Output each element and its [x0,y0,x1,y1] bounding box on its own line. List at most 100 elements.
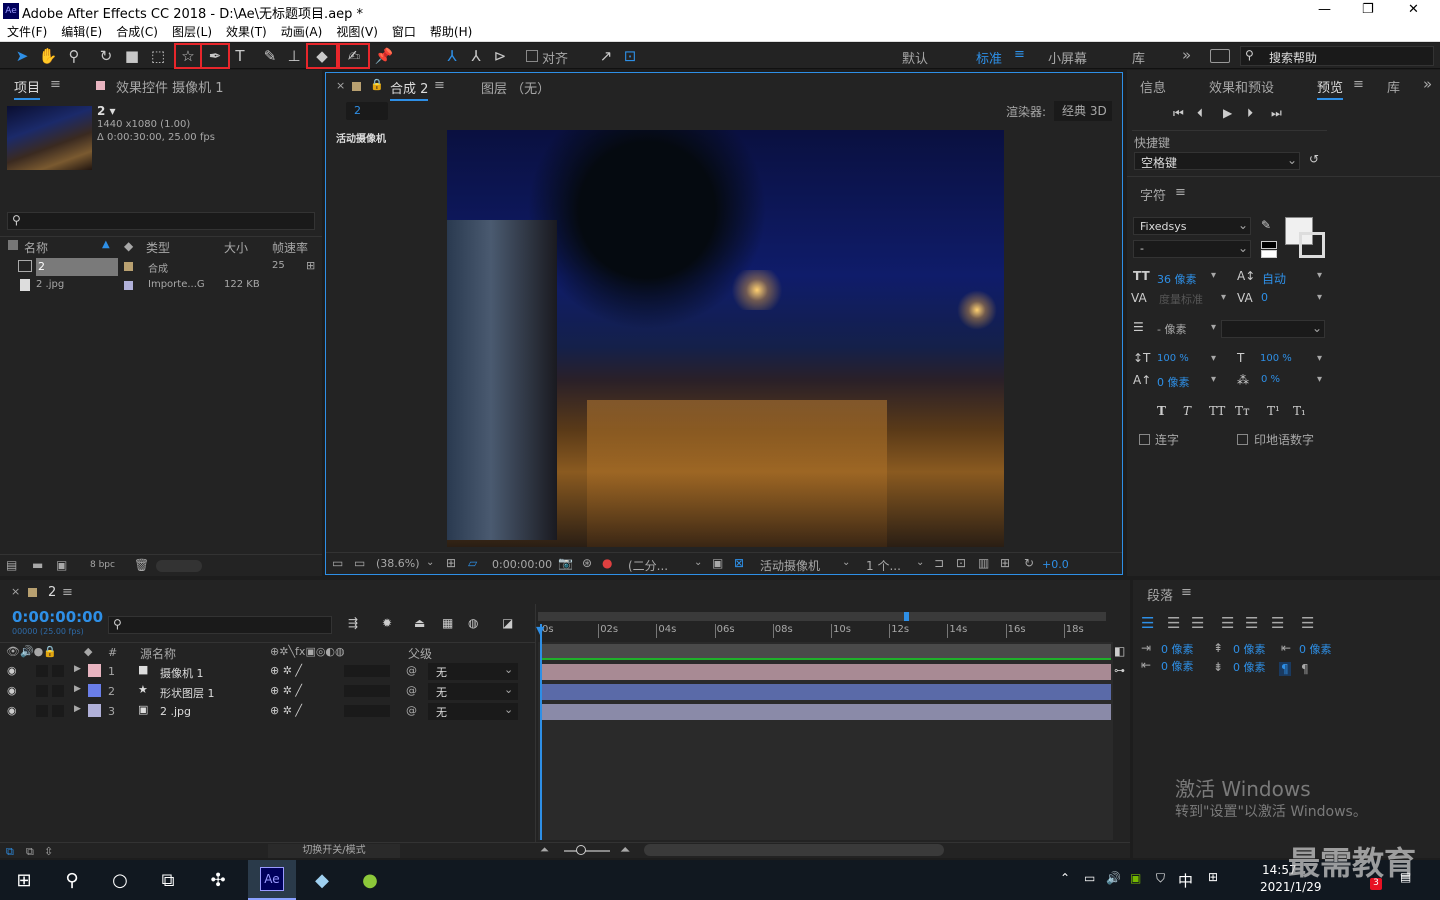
motion-blur-icon[interactable]: ◍ [468,616,478,630]
ligature-checkbox[interactable] [1139,434,1150,445]
frame-blending-icon[interactable]: ▦ [442,616,453,630]
trash-icon[interactable]: 🗑 [134,558,149,572]
justify-all-icon[interactable]: ☰ [1301,614,1314,632]
lock-checkbox[interactable] [52,665,64,677]
baseline-shift-value[interactable]: 0 像素 [1157,374,1190,390]
timeline-layer-row[interactable]: ◉ ▶ 1 ■ 摄像机 1 ⊕ ✲ ╱ @ 无 ⌄ [4,662,532,682]
expand-arrow-icon[interactable]: ▶ [74,684,81,694]
font-size-value[interactable]: 36 像素 [1157,271,1197,287]
playhead-marker-icon[interactable]: ▼ [536,624,544,637]
comp-name-dropdown[interactable]: 2 ▾ [97,104,116,118]
after-effects-taskbar-icon[interactable]: Ae [248,860,296,900]
current-time-indicator[interactable] [540,624,542,840]
stroke-style-dropdown[interactable]: ⌄ [1221,320,1325,338]
puppet-pin-tool-icon[interactable]: 📌 [372,44,396,68]
pickwhip-icon[interactable]: @ [406,704,417,717]
horizontal-scale-value[interactable]: 100 % [1260,353,1292,364]
tab-composition[interactable]: 合成 2 [390,78,429,101]
play-icon[interactable]: ▶ [1223,106,1232,120]
menu-layer[interactable]: 图层(L) [165,22,219,42]
first-line-indent-value[interactable]: 0 像素 [1299,641,1332,657]
menu-edit[interactable]: 编辑(E) [54,22,109,42]
shy-layers-icon[interactable]: ⏏ [414,616,425,630]
font-family-dropdown[interactable]: Fixedsys ⌄ [1133,217,1251,235]
col-parent[interactable]: 父级 [408,645,432,662]
comp-marker-bin-icon[interactable]: ◧ [1114,644,1125,658]
time-stretch-icon[interactable]: ⇳ [44,845,53,858]
more-panels-icon[interactable]: » [1423,75,1432,93]
task-view-icon[interactable]: ⧉ [144,860,192,900]
layer-duration-bar[interactable] [542,684,1111,700]
superscript-icon[interactable]: T¹ [1267,404,1280,418]
windows-start-icon[interactable]: ⊞ [0,860,48,900]
fast-preview-icon[interactable]: ⊡ [956,556,966,570]
eyedropper-icon[interactable]: ✎ [1261,218,1271,232]
all-caps-icon[interactable]: TT [1209,404,1225,418]
timeline-icon[interactable]: ▥ [978,556,989,570]
sort-asc-icon[interactable]: ▲ [102,239,110,250]
close-tab-icon[interactable]: × [11,585,20,598]
eye-icon[interactable]: ◉ [7,704,17,717]
maximize-button[interactable]: ❐ [1362,2,1374,17]
menu-composition[interactable]: 合成(C) [109,22,165,42]
toggle-switches-modes[interactable]: 切换开关/模式 [268,844,400,858]
col-name[interactable]: 名称 [24,239,48,256]
black-swatch[interactable] [1261,241,1277,249]
character-menu-icon[interactable]: ≡ [1175,185,1186,200]
col-size[interactable]: 大小 [224,239,248,256]
layer-switches[interactable]: ⊕ ✲ ╱ [270,684,302,697]
solo-checkbox[interactable] [36,665,48,677]
menu-animation[interactable]: 动画(A) [274,22,330,42]
tab-layer[interactable]: 图层 （无） [481,78,550,97]
menu-help[interactable]: 帮助(H) [423,22,479,42]
parent-dropdown[interactable]: 无 ⌄ [428,683,518,700]
new-composition-icon[interactable]: ▣ [56,558,67,572]
zoom-out-icon[interactable]: ⏶ [540,843,549,857]
comp-flowchart-icon[interactable]: ⇶ [348,616,358,630]
workspace-small-screen[interactable]: 小屏幕 [1048,48,1087,67]
justify-right-icon[interactable]: ☰ [1271,614,1284,632]
parent-dropdown[interactable]: 无 ⌄ [428,663,518,680]
layer-label-swatch[interactable] [88,664,101,677]
transparency-grid-icon[interactable]: ⊠ [734,556,744,570]
layer-name[interactable]: 2 .jpg [160,705,191,718]
eye-icon[interactable]: ◉ [7,684,17,697]
always-preview-icon[interactable]: ▭ [332,556,343,570]
lock-icon[interactable]: 🔒 [370,78,384,91]
comp-menu-icon[interactable]: ≡ [434,78,445,93]
expand-arrow-icon[interactable]: ▶ [74,704,81,714]
workspace-menu-icon[interactable]: ≡ [1014,47,1025,62]
renderer-button[interactable]: 经典 3D [1054,101,1112,121]
nvidia-icon[interactable]: ▣ [1130,871,1141,885]
camera-view-dropdown[interactable]: 活动摄像机 [760,557,820,574]
col-fps[interactable]: 帧速率 [272,239,308,256]
shape-tool-icon[interactable]: ☆ [174,43,202,69]
sync-settings-icon[interactable] [1210,49,1230,63]
layer-switches[interactable]: ⊕ ✲ ╱ [270,704,302,717]
comp-breadcrumb-chip[interactable]: 2 [346,102,388,120]
switch-boxes[interactable] [344,705,390,717]
justify-center-icon[interactable]: ☰ [1245,614,1258,632]
switch-boxes[interactable] [344,685,390,697]
tab-preview[interactable]: 预览 [1317,77,1344,100]
clone-stamp-tool-icon[interactable]: ⊥ [282,44,306,68]
menu-file[interactable]: 文件(F) [0,22,54,42]
viewer-timecode[interactable]: 0:00:00:00 [492,558,552,571]
white-swatch[interactable] [1261,250,1277,258]
col-type[interactable]: 类型 [146,239,170,256]
tab-effects-presets[interactable]: 效果和预设 [1209,77,1274,96]
pinwheel-app-icon[interactable]: ✣ [194,860,242,900]
reset-exposure-icon[interactable]: ↻ [1024,556,1034,570]
composition-canvas[interactable] [447,130,1004,547]
layer-duration-bar[interactable] [542,664,1111,680]
timeline-menu-icon[interactable]: ≡ [62,585,73,600]
brush-tool-icon[interactable]: ✎ [258,44,282,68]
leading-value[interactable]: 自动 [1262,270,1286,287]
justify-left-icon[interactable]: ☰ [1221,614,1234,632]
workspace-default[interactable]: 默认 [902,48,928,67]
pickwhip-icon[interactable]: @ [406,664,417,677]
stroke-width-value[interactable]: - 像素 [1157,321,1186,337]
eye-icon[interactable]: ◉ [7,664,17,677]
expand-arrow-icon[interactable]: ▶ [74,664,81,674]
safe-zones-icon[interactable]: ⊞ [446,556,456,570]
